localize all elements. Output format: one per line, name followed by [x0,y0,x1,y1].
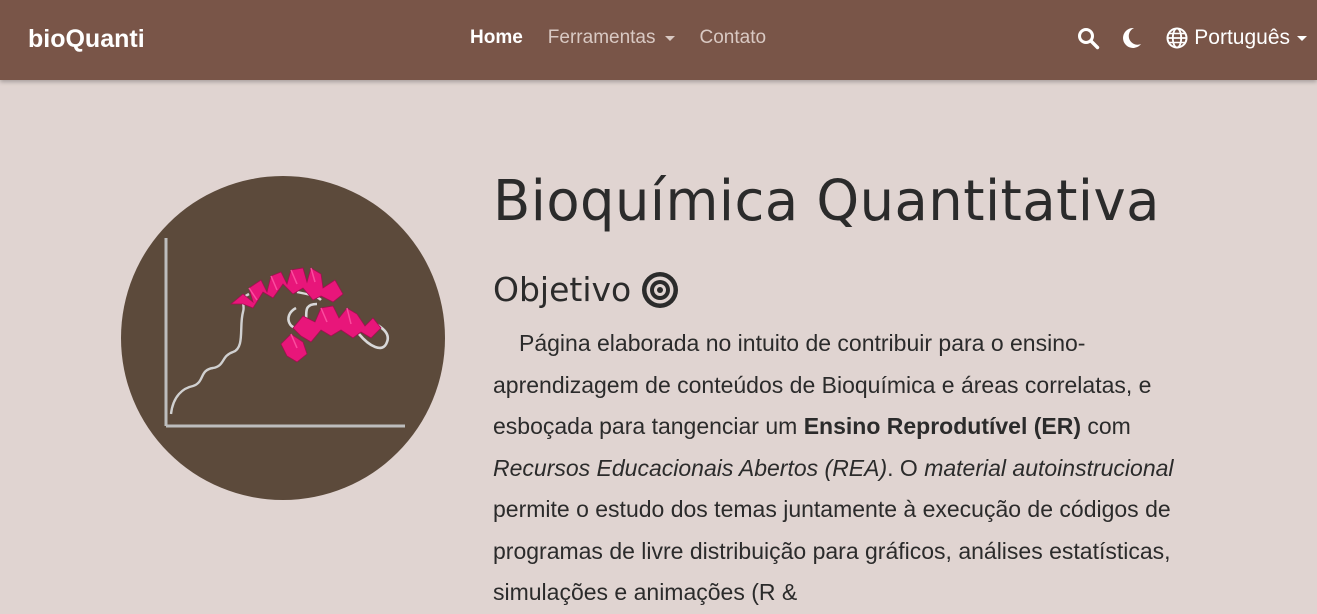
protein-illustration [121,176,445,500]
section-heading: Objetivo [493,268,1233,312]
chevron-down-icon [664,35,675,41]
nav-actions: Português [1075,24,1307,52]
nav-ferramentas-dropdown[interactable]: Ferramentas [548,26,675,50]
paragraph-text-3: . O [887,454,925,481]
search-button[interactable] [1075,25,1101,51]
language-label: Português [1194,26,1290,49]
hero-content: Bioquímica Quantitativa Objetivo Página … [493,164,1233,614]
nav-ferramentas-label: Ferramentas [547,27,656,48]
moon-icon [1123,27,1142,48]
paragraph-text-4: permite o estudo dos temas juntamente à … [493,496,1171,605]
paragraph-italic-material: material autoinstrucional [924,454,1174,481]
chevron-down-icon [1297,35,1307,41]
globe-icon [1166,27,1188,49]
nav-home[interactable]: Home [470,26,523,50]
paragraph-text-2: com [1081,413,1131,439]
page-title: Bioquímica Quantitativa [493,169,1160,234]
paragraph-italic-rea: Recursos Educacionais Abertos (REA) [493,454,888,481]
main-nav: Home Ferramentas Contato [470,26,791,50]
navbar: bioQuanti Home Ferramentas Contato Portu… [0,0,1317,80]
target-icon [642,272,679,308]
brand-logo[interactable]: bioQuanti [28,23,145,55]
paragraph-bold-er: Ensino Reprodutível (ER) [803,413,1081,439]
nav-home-label: Home [470,27,523,48]
objective-paragraph: Página elaborada no intuito de contribui… [493,323,1218,614]
section-heading-label: Objetivo [493,270,632,309]
language-dropdown[interactable]: Português [1166,25,1307,51]
nav-contato-label: Contato [699,27,767,48]
nav-contato[interactable]: Contato [700,26,767,50]
protein-helix-graph-image [164,238,405,428]
search-icon [1078,28,1100,50]
theme-toggle-button[interactable] [1121,25,1143,51]
